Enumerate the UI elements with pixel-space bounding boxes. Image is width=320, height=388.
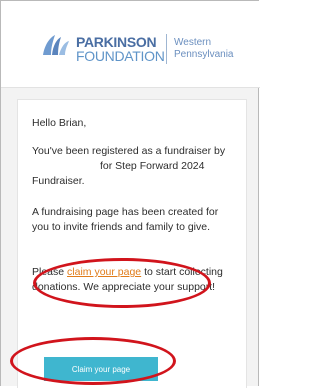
registered-text-b: for Step Forward 2024 Fundraiser. [32, 160, 205, 187]
logo-name: PARKINSON FOUNDATION [76, 35, 165, 63]
logo-divider [166, 34, 167, 64]
logo-line2: FOUNDATION [76, 48, 165, 64]
logo-mark-icon [43, 35, 69, 55]
logo-line1: PARKINSON [76, 34, 157, 50]
registered-text-a: You've been registered as a fundraiser b… [32, 145, 226, 157]
claim-page-link[interactable]: claim your page [67, 266, 141, 278]
claim-page-button[interactable]: Claim your page [44, 357, 158, 381]
page-created-paragraph: A fundraising page has been created for … [32, 206, 219, 233]
logo-region: Western Pennsylvania [174, 37, 233, 61]
registered-paragraph: You've been registered as a fundraiser b… [32, 144, 238, 189]
parkinson-foundation-logo: PARKINSON FOUNDATION Western Pennsylvani… [41, 23, 241, 69]
claim-prefix: Please [32, 266, 68, 278]
logo-region-line2: Pennsylvania [174, 49, 234, 60]
greeting-text: Hello Brian, [32, 117, 87, 129]
email-header: PARKINSON FOUNDATION Western Pennsylvani… [1, 1, 260, 88]
email-body-card: Hello Brian, You've been registered as a… [17, 99, 247, 388]
logo-region-line1: Western [174, 37, 212, 48]
email-frame: PARKINSON FOUNDATION Western Pennsylvani… [0, 0, 260, 388]
claim-paragraph: Please claim your page to start collecti… [32, 265, 238, 295]
